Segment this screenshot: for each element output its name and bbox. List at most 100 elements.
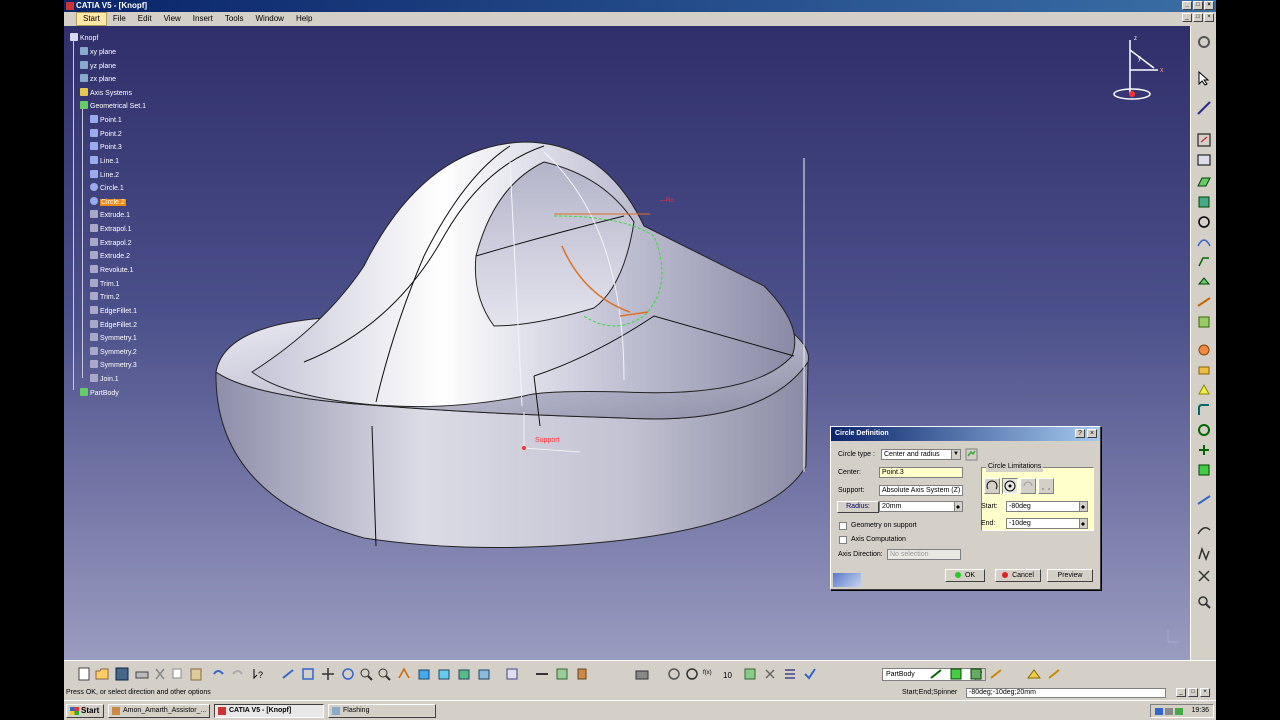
catalog-icon[interactable]	[666, 666, 682, 682]
whole-circle-icon[interactable]	[1002, 478, 1018, 494]
analysis-icon[interactable]	[1196, 546, 1212, 562]
law-icon[interactable]	[1196, 522, 1212, 538]
tree-item[interactable]: zx plane	[80, 74, 116, 85]
hide-show-icon[interactable]	[456, 666, 472, 682]
normal-view-icon[interactable]	[396, 666, 412, 682]
table-icon[interactable]	[742, 666, 758, 682]
trim-tool-icon[interactable]	[1196, 382, 1212, 398]
render-icon[interactable]	[1046, 666, 1062, 682]
taskbar-item[interactable]: Amon_Amarth_Assistor_...	[108, 704, 210, 718]
dialog-help-button[interactable]: ?	[1075, 429, 1085, 438]
paste-icon[interactable]	[188, 666, 204, 682]
compass-widget[interactable]: x y z	[1110, 30, 1170, 100]
stack-icon[interactable]	[574, 666, 590, 682]
split-icon[interactable]	[1196, 362, 1212, 378]
dialog-close-button[interactable]: ×	[1087, 429, 1097, 438]
menu-window[interactable]: Window	[250, 12, 290, 26]
print-icon[interactable]	[134, 666, 150, 682]
radius-spinner[interactable]	[954, 502, 962, 511]
end-field[interactable]: -10deg	[1006, 518, 1088, 529]
new-file-icon[interactable]	[76, 666, 92, 682]
menu-tools[interactable]: Tools	[219, 12, 250, 26]
iso-view-icon[interactable]	[416, 666, 432, 682]
parameters-icon[interactable]: 10	[722, 666, 738, 682]
tree-root[interactable]: Knopf	[70, 33, 98, 44]
tree-item[interactable]: Point.3	[90, 142, 122, 153]
tree-item[interactable]: Point.2	[90, 129, 122, 140]
zoom-tool-icon[interactable]	[1196, 594, 1212, 610]
fill-icon[interactable]	[1196, 314, 1212, 330]
symmetry-tool-icon[interactable]	[1196, 462, 1212, 478]
camera-icon[interactable]	[634, 666, 650, 682]
tree-item[interactable]: Extrude.1	[90, 210, 130, 221]
tree-item[interactable]: Extrude.2	[90, 251, 130, 262]
measure-icon[interactable]	[1196, 34, 1212, 50]
axis-direction-field[interactable]: No selection	[887, 549, 961, 560]
status-minimize-button[interactable]: _	[1176, 688, 1186, 697]
rotate-icon[interactable]	[1196, 442, 1212, 458]
rotate-view-icon[interactable]	[340, 666, 356, 682]
ok-button[interactable]: OK	[945, 569, 985, 582]
tree-item-selected[interactable]: Circle.2	[90, 197, 126, 208]
start-field[interactable]: -80deg	[1006, 501, 1088, 512]
fit-all-icon[interactable]	[300, 666, 316, 682]
center-field[interactable]: Point.3	[879, 467, 963, 478]
tree-item[interactable]: Trim.1	[90, 279, 120, 290]
geometry-on-support-checkbox[interactable]	[839, 522, 847, 530]
close-button[interactable]: ×	[1204, 1, 1214, 10]
tree-item[interactable]: Point.1	[90, 115, 122, 126]
pan-icon[interactable]	[320, 666, 336, 682]
minimize-button[interactable]: _	[1182, 1, 1192, 10]
list-icon[interactable]	[782, 666, 798, 682]
grid-icon[interactable]	[1196, 568, 1212, 584]
status-restore-button[interactable]: □	[1188, 688, 1198, 697]
sketch-icon[interactable]	[1196, 100, 1212, 116]
tree-item[interactable]: yz plane	[80, 61, 116, 72]
cancel-button[interactable]: Cancel	[995, 569, 1041, 582]
tree-item[interactable]: Revolute.1	[90, 265, 133, 276]
projection-icon[interactable]	[1196, 194, 1212, 210]
preview-button[interactable]: Preview	[1047, 569, 1093, 582]
grid-snap-icon[interactable]	[554, 666, 570, 682]
spline-icon[interactable]	[1196, 234, 1212, 250]
tree-item[interactable]: PartBody	[80, 388, 119, 399]
sketcher-icon[interactable]	[928, 666, 944, 682]
tree-item[interactable]: Axis Systems	[80, 88, 132, 99]
undo-icon[interactable]	[210, 666, 226, 682]
tree-item[interactable]: Line.1	[90, 156, 119, 167]
doc-restore-button[interactable]: □	[1193, 13, 1203, 22]
tree-item[interactable]: Circle.1	[90, 183, 124, 194]
open-folder-icon[interactable]	[94, 666, 110, 682]
redo-icon[interactable]	[230, 666, 246, 682]
tree-item[interactable]: Extrapol.1	[90, 224, 132, 235]
radius-field[interactable]: 20mm	[879, 501, 963, 512]
cut-icon[interactable]	[152, 666, 168, 682]
wireframe-icon[interactable]	[968, 666, 984, 682]
select-arrow-icon[interactable]	[1196, 70, 1212, 86]
formula-icon[interactable]: f(x)	[702, 666, 718, 682]
point-tool-icon[interactable]	[1196, 132, 1212, 148]
whats-this-icon[interactable]: ?	[250, 666, 266, 682]
trimmed-circle-icon[interactable]	[1020, 478, 1036, 494]
tree-item[interactable]: Join.1	[90, 374, 119, 385]
rule-icon[interactable]	[762, 666, 778, 682]
tree-item[interactable]: Symmetry.2	[90, 347, 137, 358]
menu-insert[interactable]: Insert	[187, 12, 219, 26]
volume-icon[interactable]	[1165, 708, 1174, 715]
taskbar-item-active[interactable]: CATIA V5 - [Knopf]	[214, 704, 324, 718]
doc-minimize-button[interactable]: _	[1182, 13, 1192, 22]
check-icon[interactable]	[802, 666, 818, 682]
radius-button[interactable]: Radius:	[837, 501, 879, 513]
line-tool-icon[interactable]	[1196, 152, 1212, 168]
tree-item[interactable]: Trim.2	[90, 292, 120, 303]
extrude-tool-icon[interactable]	[1196, 254, 1212, 270]
revolve-tool-icon[interactable]	[1196, 274, 1212, 290]
part-design-icon[interactable]	[948, 666, 964, 682]
taskbar-item[interactable]: Flashing	[328, 704, 436, 718]
circle-type-options-icon[interactable]	[965, 448, 978, 461]
fillet-tool-icon[interactable]	[1196, 402, 1212, 418]
zoom-out-icon[interactable]	[376, 666, 392, 682]
tree-item[interactable]: Symmetry.3	[90, 360, 137, 371]
start-spinner[interactable]	[1079, 502, 1087, 511]
fly-mode-icon[interactable]	[280, 666, 296, 682]
